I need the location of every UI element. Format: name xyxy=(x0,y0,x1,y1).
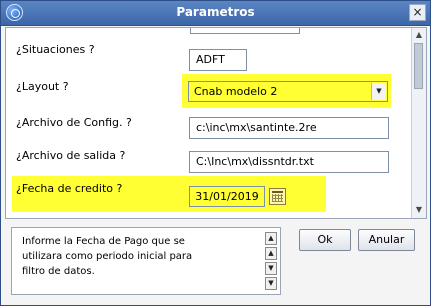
scroll-up-icon[interactable]: ▲ xyxy=(412,29,426,41)
fecha-credito-label: ¿Fecha de credito ? xyxy=(16,182,123,195)
partial-field-top[interactable] xyxy=(190,28,300,34)
chevron-down-icon[interactable]: ▼ xyxy=(371,83,386,100)
layout-selected-value: Cnab modelo 2 xyxy=(194,85,278,98)
close-button[interactable]: × xyxy=(409,4,426,21)
situaciones-label: ¿Situaciones ? xyxy=(16,43,95,56)
parametros-dialog: Parametros × ¿Situaciones ? ADFT ¿Layout… xyxy=(0,0,431,306)
calendar-icon[interactable] xyxy=(269,188,286,205)
situaciones-field[interactable]: ADFT xyxy=(189,49,247,71)
archivo-salida-field[interactable]: C:\Inc\mx\dissntdr.txt xyxy=(189,151,389,173)
panel-scrollbar[interactable]: ▲ ▼ xyxy=(411,28,426,218)
help-text: Informe la Fecha de Pago que se utilizar… xyxy=(22,236,193,277)
layout-label: ¿Layout ? xyxy=(16,80,69,93)
window-title: Parametros xyxy=(176,5,255,19)
archivo-salida-label: ¿Archivo de salida ? xyxy=(16,149,126,162)
title-bar[interactable]: Parametros × xyxy=(1,1,430,26)
scroll-down-icon[interactable]: ▼ xyxy=(412,204,426,216)
help-scroll-bottom-icon[interactable]: ▼ xyxy=(265,277,277,290)
help-scroll-up-icon[interactable]: ▲ xyxy=(265,247,277,260)
archivo-config-label: ¿Archivo de Config. ? xyxy=(16,116,132,129)
scroll-thumb[interactable] xyxy=(414,43,423,89)
help-scrollbar[interactable]: ▲ ▲ ▼ ▼ xyxy=(265,232,277,290)
archivo-config-field[interactable]: c:\inc\mx\santinte.2re xyxy=(189,117,389,139)
ok-button[interactable]: Ok xyxy=(299,229,351,251)
help-box: Informe la Fecha de Pago que se utilizar… xyxy=(11,227,281,295)
fecha-credito-field[interactable]: 31/01/2019 xyxy=(189,186,265,207)
parameters-panel: ¿Situaciones ? ADFT ¿Layout ? Cnab model… xyxy=(5,27,427,219)
anular-button[interactable]: Anular xyxy=(358,229,415,251)
help-scroll-top-icon[interactable]: ▲ xyxy=(265,232,277,245)
layout-select[interactable]: Cnab modelo 2 ▼ xyxy=(188,81,388,102)
help-scroll-down-icon[interactable]: ▼ xyxy=(265,262,277,275)
